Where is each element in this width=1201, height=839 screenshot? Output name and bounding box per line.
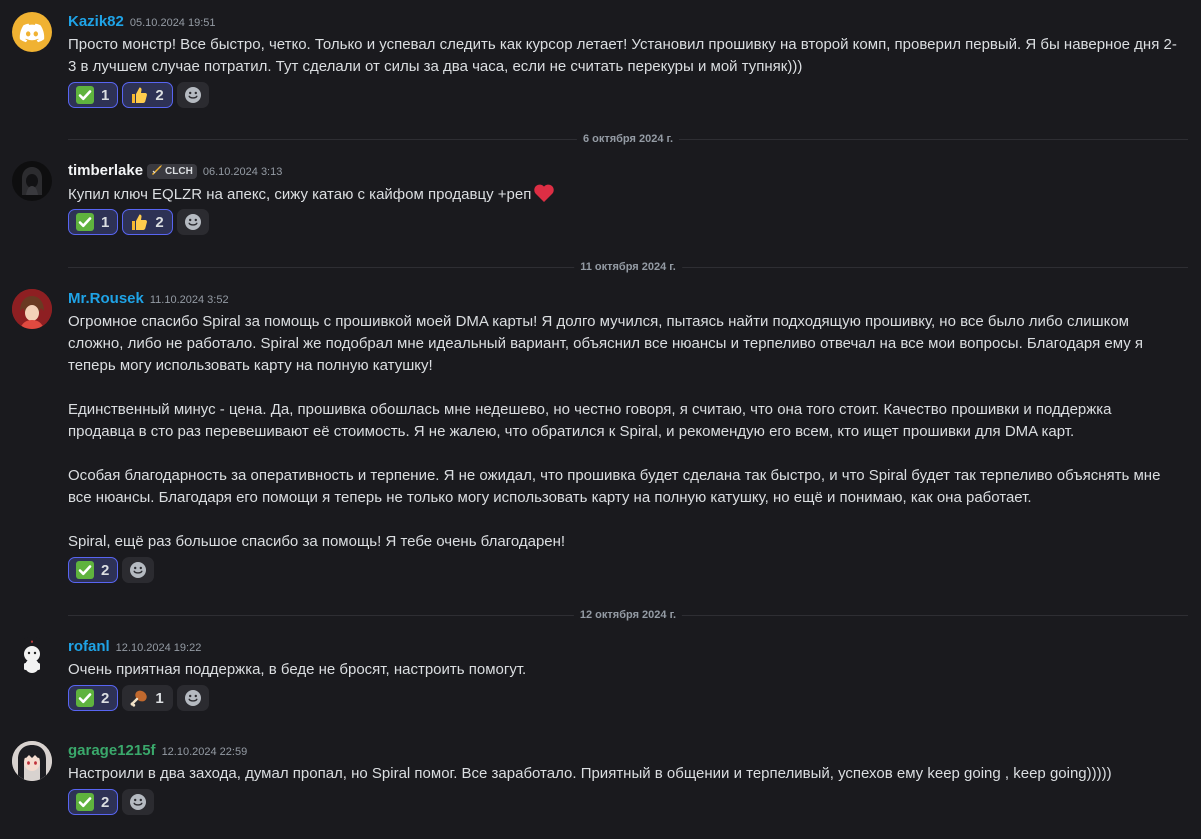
date-divider: 6 октября 2024 г. — [68, 131, 1188, 147]
reactions-bar: 1 2 — [68, 209, 209, 235]
smiley-icon — [130, 562, 147, 578]
hooded-figure-icon — [22, 167, 42, 195]
reaction-thumbs-up[interactable]: 2 — [122, 82, 173, 108]
message-header: rofanl 12.10.2024 19:22 — [68, 637, 201, 657]
avatar[interactable] — [12, 637, 52, 677]
message-text: Настроили в два захода, думал пропал, но… — [68, 765, 1112, 782]
reaction-count: 1 — [101, 213, 110, 231]
reaction-thumbs-up[interactable]: 2 — [122, 209, 173, 235]
username[interactable]: rofanl — [68, 638, 110, 655]
message-paragraph: Огромное спасибо Spiral за помощь с прош… — [68, 313, 1144, 374]
message-text: Купил ключ EQLZR на апекс, сижу катаю с … — [68, 186, 532, 203]
message-header: timberlake CLCH 06.10.2024 3:13 — [68, 161, 282, 181]
add-reaction-button[interactable] — [176, 82, 209, 108]
reaction-count: 2 — [155, 86, 164, 104]
date-divider-label: 11 октября 2024 г. — [574, 259, 682, 275]
username[interactable]: garage1215f — [68, 742, 156, 759]
avatar[interactable] — [12, 741, 52, 781]
white-creature-icon — [24, 640, 40, 673]
reaction-count: 1 — [155, 689, 164, 707]
date-divider: 11 октября 2024 г. — [68, 259, 1188, 275]
message-text: Очень приятная поддержка, в беде не брос… — [68, 661, 527, 678]
avatar[interactable] — [12, 161, 52, 201]
reactions-bar: 2 1 — [68, 685, 209, 711]
avatar[interactable] — [12, 12, 52, 52]
user-tag[interactable]: CLCH — [147, 164, 197, 179]
smiley-icon — [184, 214, 201, 230]
add-reaction-button[interactable] — [176, 209, 209, 235]
check-mark-icon — [75, 688, 95, 708]
reaction-poultry-leg[interactable]: 1 — [122, 685, 173, 711]
timestamp[interactable]: 12.10.2024 19:22 — [116, 642, 202, 654]
date-divider-label: 6 октября 2024 г. — [576, 131, 680, 147]
reactions-bar: 1 2 — [68, 82, 209, 108]
message-header: garage1215f 12.10.2024 22:59 — [68, 741, 247, 761]
reaction-count: 2 — [101, 793, 110, 811]
username[interactable]: timberlake — [68, 162, 143, 179]
reactions-bar: 2 — [68, 557, 155, 583]
reaction-check-mark[interactable]: 2 — [68, 557, 119, 583]
reaction-count: 2 — [155, 213, 164, 231]
check-mark-icon — [75, 212, 95, 232]
thumbs-up-icon — [129, 85, 149, 105]
anime-girl-avatar-icon — [12, 741, 52, 781]
add-reaction-button[interactable] — [122, 557, 155, 583]
message-header: Mr.Rousek 11.10.2024 3:52 — [68, 289, 229, 309]
message-paragraph: Spiral, ещё раз большое спасибо за помощ… — [68, 533, 566, 550]
anime-character-avatar-icon — [12, 289, 52, 329]
message-feed: Kazik82 05.10.2024 19:51 Просто монстр! В… — [0, 0, 1201, 839]
message-paragraph: Единственный минус - цена. Да, прошивка … — [68, 401, 1112, 440]
thumbs-up-icon — [129, 212, 149, 232]
reaction-count: 2 — [101, 561, 110, 579]
message-text: Просто монстр! Все быстро, четко. Только… — [68, 36, 1177, 75]
username[interactable]: Mr.Rousek — [68, 290, 144, 307]
reaction-check-mark[interactable]: 2 — [68, 789, 119, 815]
timestamp[interactable]: 06.10.2024 3:13 — [203, 166, 283, 178]
reaction-check-mark[interactable]: 2 — [68, 685, 119, 711]
message-paragraph: Особая благодарность за оперативность и … — [68, 467, 1161, 506]
date-divider: 12 октября 2024 г. — [68, 607, 1188, 623]
poultry-leg-icon — [129, 688, 149, 708]
avatar[interactable] — [12, 289, 52, 329]
timestamp[interactable]: 12.10.2024 22:59 — [162, 746, 248, 758]
sword-icon — [152, 165, 163, 175]
reaction-count: 1 — [101, 86, 110, 104]
red-heart-icon — [534, 184, 555, 202]
message-body: Огромное спасибо Spiral за помощь с прош… — [68, 311, 1178, 553]
date-divider-label: 12 октября 2024 г. — [573, 607, 683, 623]
smiley-icon — [184, 690, 201, 706]
reaction-count: 2 — [101, 689, 110, 707]
discord-logo-icon — [19, 23, 45, 43]
smiley-icon — [184, 87, 201, 103]
message-body: Очень приятная поддержка, в беде не брос… — [68, 659, 1178, 681]
reaction-check-mark[interactable]: 1 — [68, 82, 119, 108]
check-mark-icon — [75, 85, 95, 105]
username[interactable]: Kazik82 — [68, 13, 124, 30]
add-reaction-button[interactable] — [176, 685, 209, 711]
smiley-icon — [130, 794, 147, 810]
user-tag-label: CLCH — [165, 166, 193, 177]
check-mark-icon — [75, 560, 95, 580]
timestamp[interactable]: 05.10.2024 19:51 — [130, 17, 216, 29]
message-body: Настроили в два захода, думал пропал, но… — [68, 763, 1178, 785]
reaction-check-mark[interactable]: 1 — [68, 209, 119, 235]
check-mark-icon — [75, 792, 95, 812]
reactions-bar: 2 — [68, 789, 155, 815]
message-body: Просто монстр! Все быстро, четко. Только… — [68, 34, 1178, 78]
add-reaction-button[interactable] — [122, 789, 155, 815]
message-header: Kazik82 05.10.2024 19:51 — [68, 12, 216, 32]
timestamp[interactable]: 11.10.2024 3:52 — [150, 294, 229, 306]
message-body: Купил ключ EQLZR на апекс, сижу катаю с … — [68, 183, 1178, 206]
